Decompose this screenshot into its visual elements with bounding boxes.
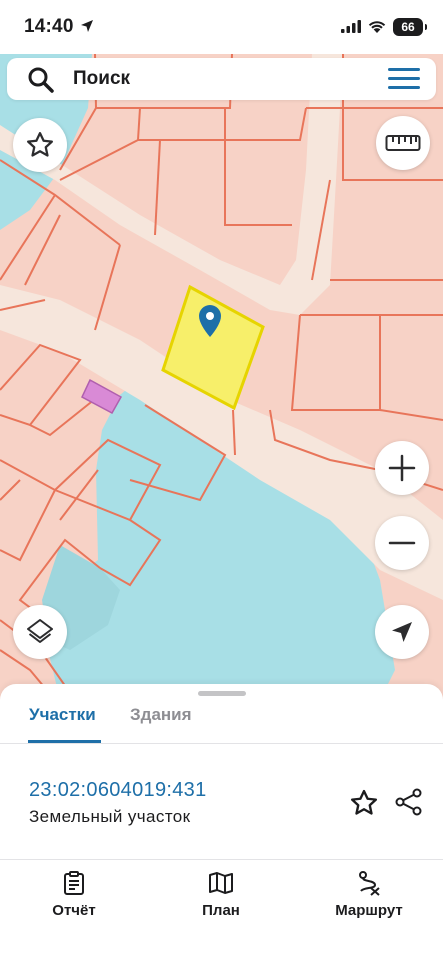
cellular-signal-icon — [341, 20, 361, 38]
nav-route[interactable]: Маршрут — [309, 870, 429, 920]
route-icon — [359, 871, 380, 896]
status-time: 14:40 — [24, 16, 74, 37]
share-icon[interactable] — [394, 787, 424, 822]
menu-icon[interactable] — [388, 68, 420, 90]
my-location-button[interactable] — [375, 605, 429, 659]
star-icon[interactable] — [349, 788, 379, 823]
location-arrow-icon — [80, 19, 94, 38]
zoom-out-button[interactable] — [375, 516, 429, 570]
bottom-navigation: Отчёт План Маршрут — [0, 860, 443, 960]
favorite-button[interactable] — [13, 118, 67, 172]
search-icon — [27, 66, 55, 99]
wifi-icon — [367, 19, 387, 39]
map-plan-icon — [209, 872, 233, 894]
layers-button[interactable] — [13, 605, 67, 659]
search-input[interactable]: Поиск — [73, 68, 130, 90]
zoom-in-button[interactable] — [375, 441, 429, 495]
navigation-arrow-icon — [392, 622, 412, 642]
tab-buildings[interactable]: Здания — [130, 705, 192, 725]
plus-icon — [388, 454, 416, 482]
parcel-cadastral-number[interactable]: 23:02:0604019:431 — [29, 779, 207, 802]
nav-report-label: Отчёт — [52, 902, 96, 919]
divider — [0, 743, 443, 744]
tab-parcels[interactable]: Участки — [29, 705, 96, 725]
sheet-grabber[interactable] — [198, 691, 246, 696]
battery-indicator: 66 — [393, 18, 427, 36]
minus-icon — [388, 541, 416, 545]
nav-report[interactable]: Отчёт — [14, 870, 134, 920]
layers-icon — [27, 619, 53, 643]
status-bar: 14:40 66 — [0, 0, 443, 54]
search-bar[interactable]: Поиск — [7, 58, 436, 100]
report-icon — [64, 871, 84, 895]
nav-plan-label: План — [202, 902, 240, 919]
nav-plan[interactable]: План — [161, 870, 281, 920]
ruler-button[interactable] — [376, 116, 430, 170]
ruler-icon — [385, 135, 421, 151]
parcel-type: Земельный участок — [29, 807, 191, 826]
star-outline-icon — [27, 132, 53, 157]
nav-route-label: Маршрут — [335, 902, 403, 919]
